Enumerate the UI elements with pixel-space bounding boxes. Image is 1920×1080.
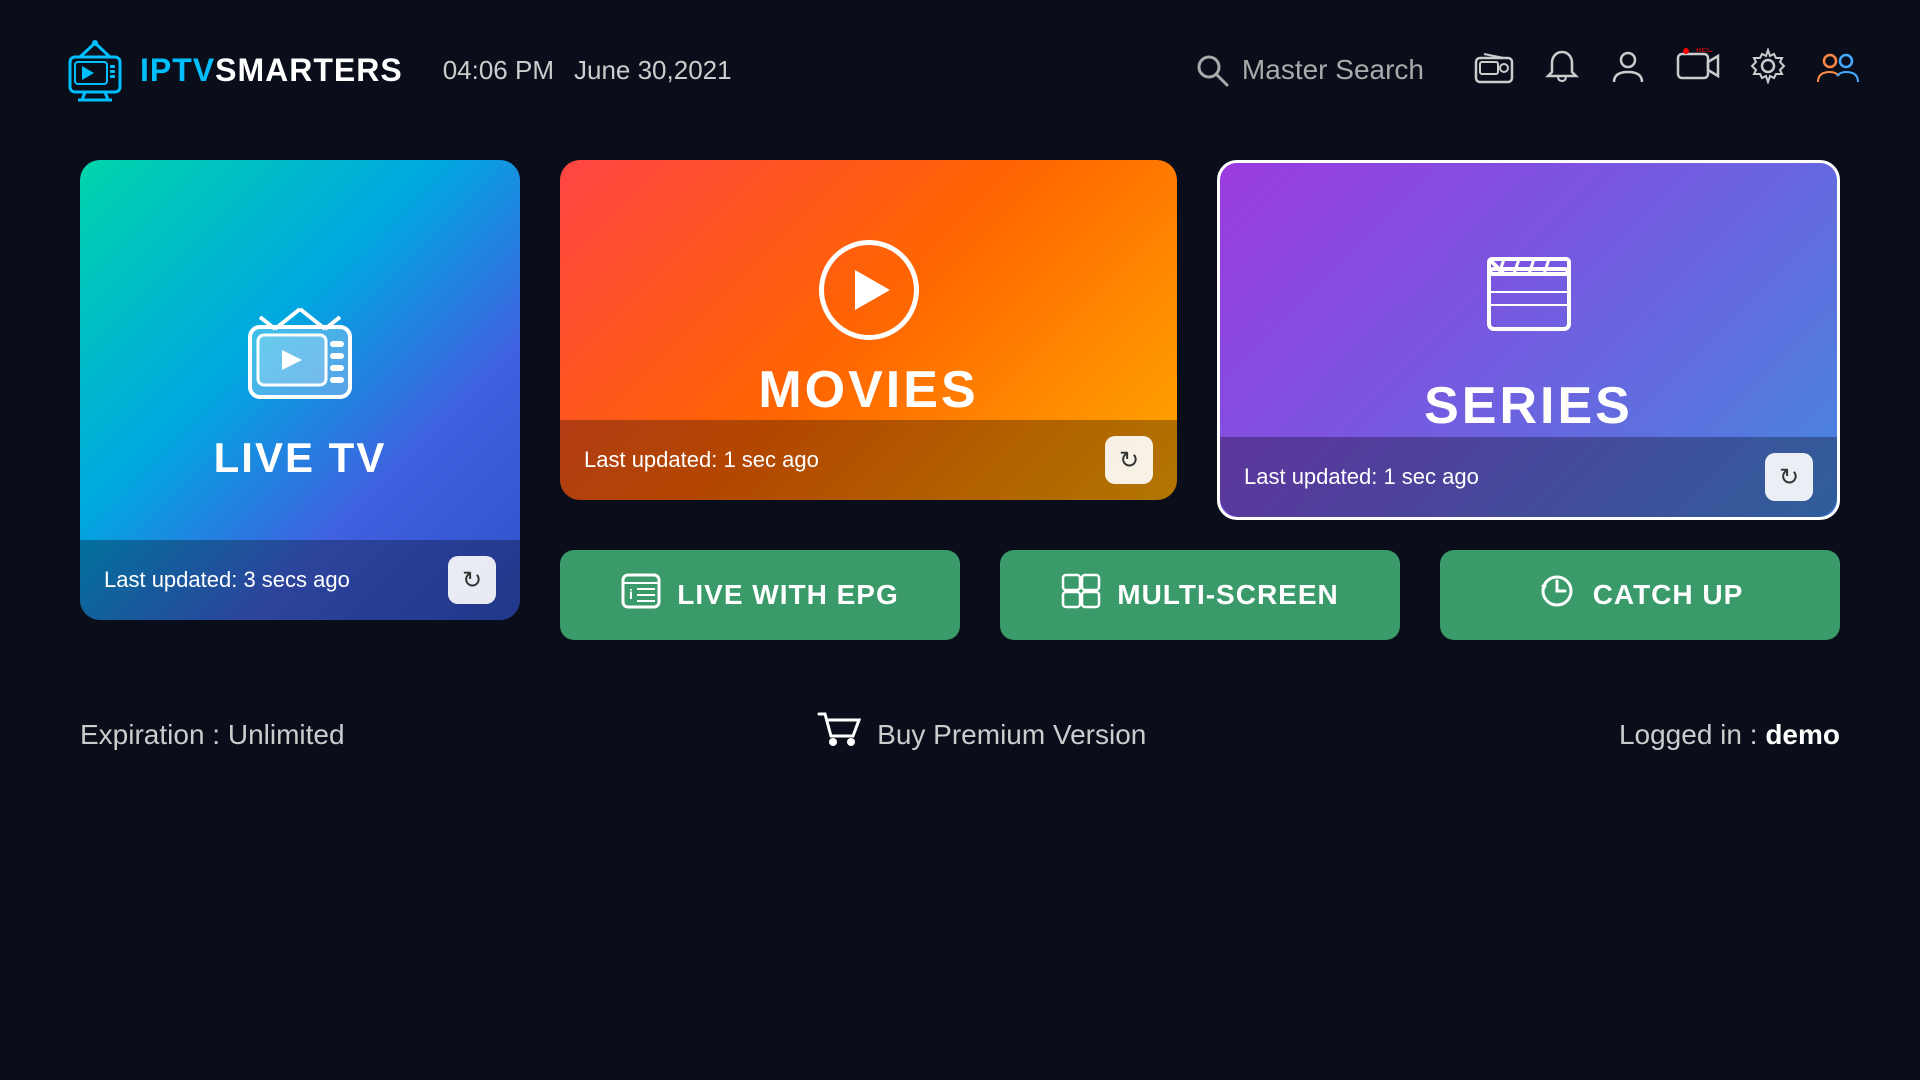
bell-icon[interactable] (1544, 48, 1580, 93)
live-tv-updated: Last updated: 3 secs ago (104, 567, 350, 593)
record-icon[interactable]: REC (1676, 48, 1720, 93)
live-tv-icon (230, 299, 370, 419)
buy-premium-label: Buy Premium Version (877, 719, 1146, 751)
search-bar[interactable]: Master Search (1194, 52, 1424, 88)
cart-icon (817, 710, 861, 759)
logged-in-label: Logged in : (1619, 719, 1765, 750)
catch-up-button[interactable]: CATCH UP (1440, 550, 1840, 640)
bottom-buttons: i LIVE WITH EPG (560, 550, 1840, 640)
series-footer: Last updated: 1 sec ago ↻ (1220, 437, 1837, 517)
live-epg-label: LIVE WITH EPG (677, 579, 898, 611)
svg-text:i: i (629, 586, 634, 602)
live-tv-label: LIVE TV (214, 434, 387, 482)
series-clapboard-icon (1479, 244, 1579, 356)
live-tv-card[interactable]: LIVE TV Last updated: 3 secs ago ↻ (80, 160, 520, 620)
movies-updated: Last updated: 1 sec ago (584, 447, 819, 473)
logged-in-user: demo (1765, 719, 1840, 750)
movies-card[interactable]: MOVIES Last updated: 1 sec ago ↻ (560, 160, 1177, 500)
live-tv-refresh-button[interactable]: ↻ (448, 556, 496, 604)
movies-play-icon (819, 240, 919, 340)
logo-smarters: SMARTERS (215, 52, 403, 88)
cards-row: LIVE TV Last updated: 3 secs ago ↻ MOVIE… (80, 160, 1840, 640)
search-label: Master Search (1242, 54, 1424, 86)
expiration-text: Expiration : Unlimited (80, 719, 345, 751)
series-card[interactable]: SERIES Last updated: 1 sec ago ↻ (1217, 160, 1840, 520)
logo-text: IPTVSMARTERS (140, 52, 403, 89)
nav-icons: REC (1474, 48, 1860, 93)
live-epg-button[interactable]: i LIVE WITH EPG (560, 550, 960, 640)
movies-footer: Last updated: 1 sec ago ↻ (560, 420, 1177, 500)
current-date: June 30,2021 (574, 55, 732, 86)
series-refresh-button[interactable]: ↻ (1765, 453, 1813, 501)
logged-in-info: Logged in : demo (1619, 719, 1840, 751)
footer: Expiration : Unlimited Buy Premium Versi… (0, 680, 1920, 759)
catch-up-label: CATCH UP (1593, 579, 1744, 611)
radio-icon[interactable] (1474, 48, 1514, 93)
header: IPTVSMARTERS 04:06 PM June 30,2021 Maste… (0, 0, 1920, 140)
logo-icon (60, 35, 130, 105)
movies-refresh-button[interactable]: ↻ (1105, 436, 1153, 484)
svg-text:REC: REC (1696, 48, 1713, 54)
main-content: LIVE TV Last updated: 3 secs ago ↻ MOVIE… (0, 140, 1920, 680)
current-time: 04:06 PM (443, 55, 554, 86)
live-epg-icon: i (621, 573, 661, 618)
datetime: 04:06 PM June 30,2021 (443, 55, 732, 86)
multi-screen-button[interactable]: MULTI-SCREEN (1000, 550, 1400, 640)
movies-label: MOVIES (758, 360, 978, 420)
buy-premium-button[interactable]: Buy Premium Version (817, 710, 1146, 759)
live-tv-footer: Last updated: 3 secs ago ↻ (80, 540, 520, 620)
logo-area: IPTVSMARTERS (60, 35, 403, 105)
logo-iptv: IPTV (140, 52, 215, 88)
user-icon[interactable] (1610, 48, 1646, 93)
right-column: MOVIES Last updated: 1 sec ago ↻ (560, 160, 1840, 640)
profile-switch-icon[interactable] (1816, 48, 1860, 93)
settings-icon[interactable] (1750, 48, 1786, 93)
multi-screen-label: MULTI-SCREEN (1117, 579, 1338, 611)
series-label: SERIES (1424, 376, 1633, 436)
multi-screen-icon (1061, 573, 1101, 618)
catch-up-icon (1537, 573, 1577, 618)
search-icon (1194, 52, 1230, 88)
series-updated: Last updated: 1 sec ago (1244, 464, 1479, 490)
movies-series-row: MOVIES Last updated: 1 sec ago ↻ (560, 160, 1840, 520)
